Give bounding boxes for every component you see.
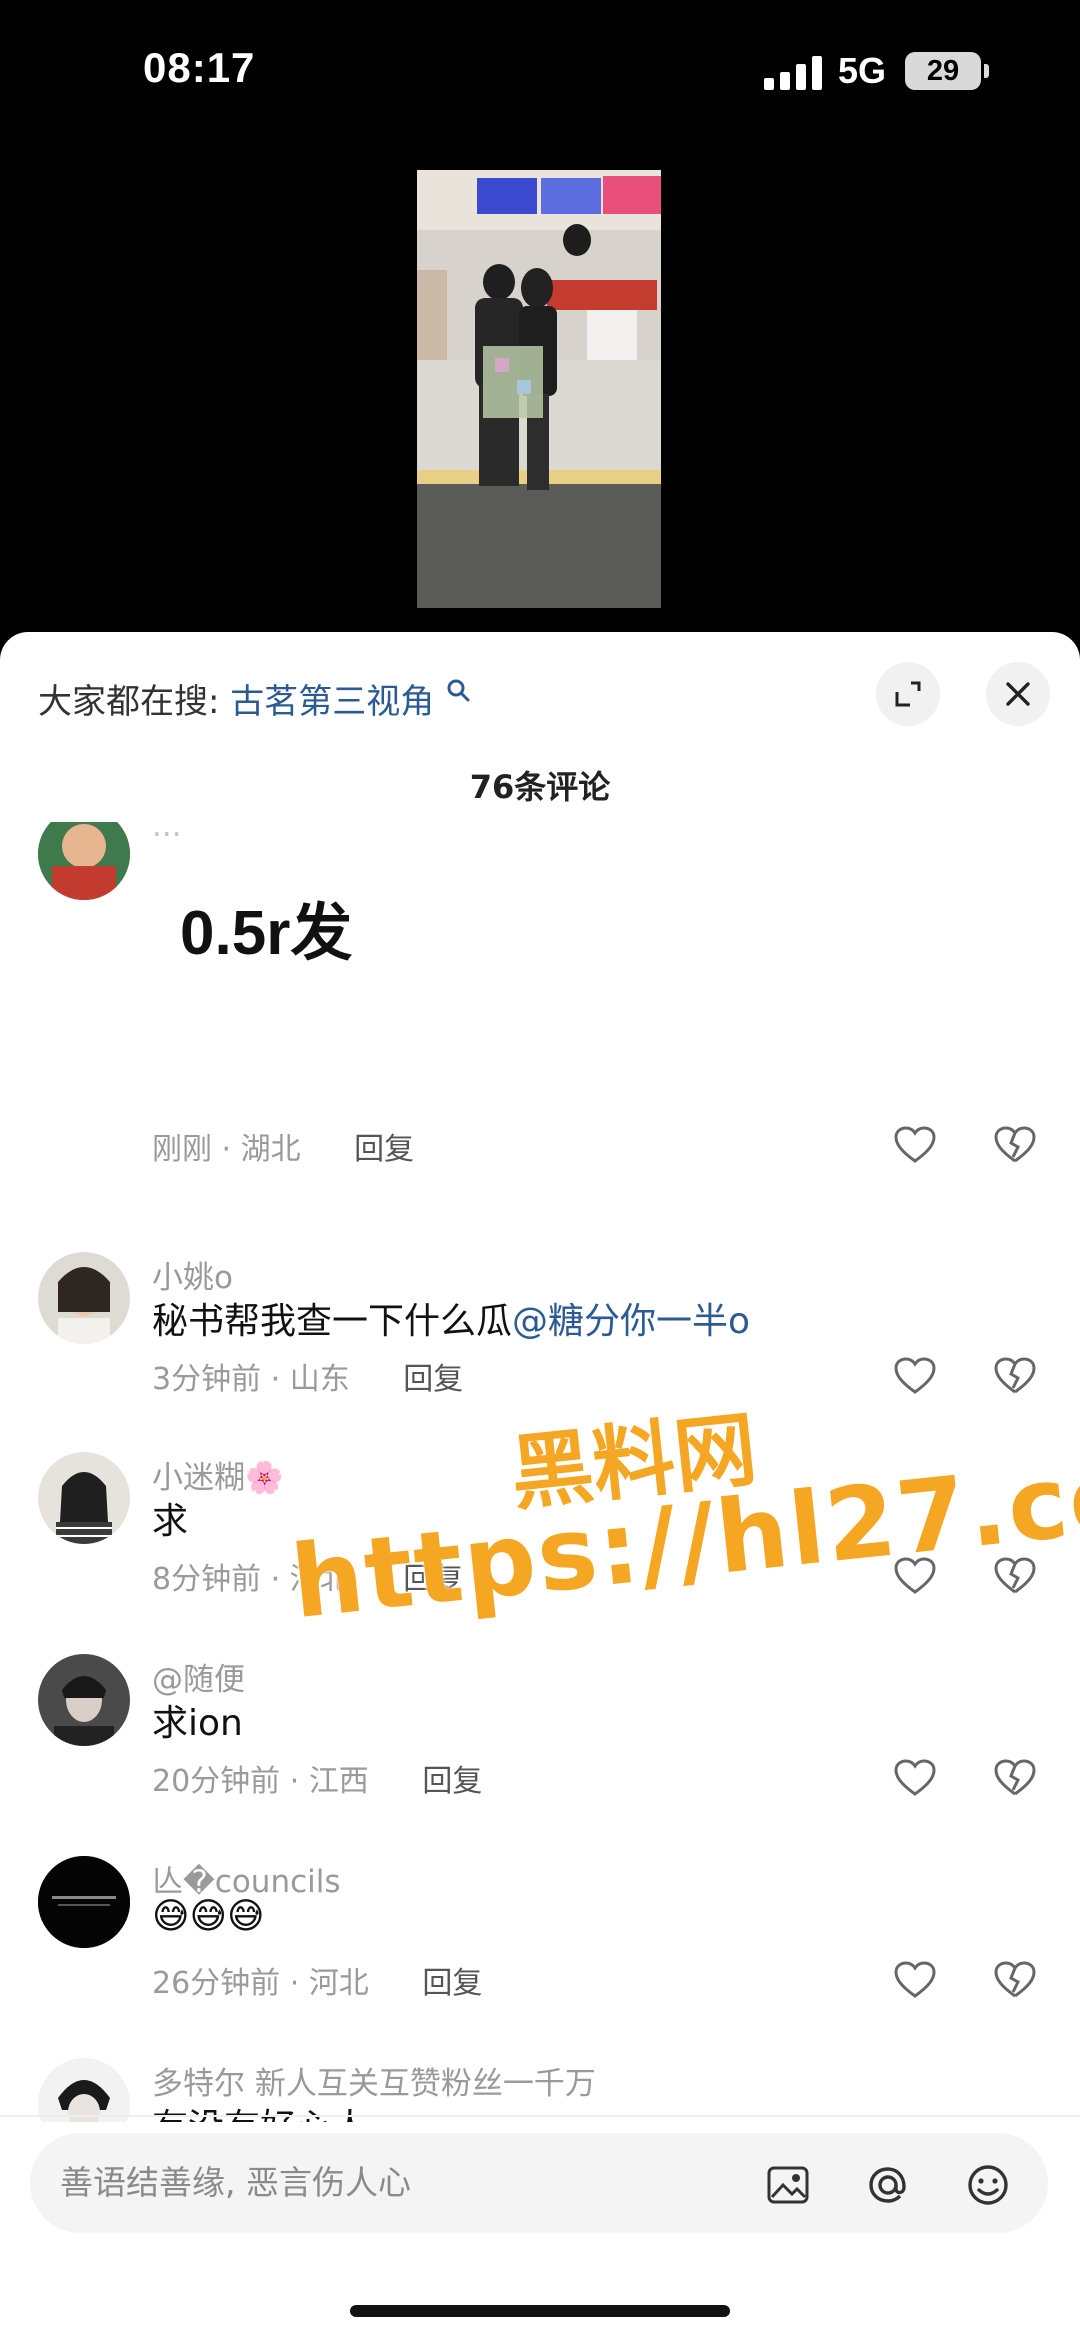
comment-text: 求 <box>152 1501 189 1542</box>
battery-icon: 29 <box>905 52 981 90</box>
video-scene-image <box>417 170 661 608</box>
comment-username[interactable]: 亾�councils <box>152 1856 341 1901</box>
reply-button[interactable]: 回复 <box>403 1362 463 1397</box>
meta-separator: · <box>289 1966 309 2001</box>
comment-text: 秘书帮我查一下什么瓜@糖分你一半o <box>152 1292 750 1344</box>
avatar[interactable] <box>38 2058 130 2122</box>
meta-separator: · <box>221 1132 241 1167</box>
comment-time: 8分钟前 <box>152 1562 262 1597</box>
broken-heart-icon[interactable] <box>993 1758 1037 1798</box>
battery-cap <box>984 64 989 78</box>
expand-button[interactable] <box>876 662 940 726</box>
image-icon[interactable] <box>764 2161 812 2209</box>
status-time: 08:17 <box>143 44 256 91</box>
reply-button[interactable]: 回复 <box>422 1764 482 1799</box>
comment-time: 3分钟前 <box>152 1362 262 1397</box>
broken-heart-icon[interactable] <box>993 1125 1037 1165</box>
close-button[interactable] <box>986 662 1050 726</box>
comment-meta: 26分钟前 · 河北 回复 <box>152 1958 482 2002</box>
comment-location: 湖北 <box>240 1132 301 1167</box>
comment-meta: 3分钟前 · 山东 回复 <box>152 1354 463 1398</box>
comment-username[interactable]: 多特尔 新人互关互赞粉丝一千万 <box>152 2058 596 2103</box>
reply-button[interactable]: 回复 <box>354 1132 414 1167</box>
comment-location: 河北 <box>308 1966 369 2001</box>
emoji-icon[interactable] <box>964 2161 1012 2209</box>
comment-input[interactable]: 善语结善缘, 恶言伤人心 <box>60 2133 411 2233</box>
trending-search[interactable]: 大家都在搜: 古茗第三视角 <box>38 672 473 732</box>
list-item: 小姚o 秘书帮我查一下什么瓜@糖分你一半o 3分钟前 · 山东 回复 <box>0 1252 1080 1402</box>
comment-meta: 刚刚 · 湖北 回复 <box>152 1124 414 1168</box>
comment-input-bar[interactable]: 善语结善缘, 恶言伤人心 <box>30 2133 1048 2233</box>
comment-location: 江西 <box>308 1764 369 1799</box>
heart-icon[interactable] <box>893 1758 937 1798</box>
signal-icon <box>764 56 822 90</box>
reply-button[interactable]: 回复 <box>422 1966 482 2001</box>
comment-sheet: 大家都在搜: 古茗第三视角 76条评论 ... 0.5r发 刚刚 · 湖北 回复… <box>0 632 1080 2339</box>
input-divider <box>0 2115 1080 2117</box>
comment-location: 山东 <box>289 1362 350 1397</box>
avatar[interactable] <box>38 1856 130 1948</box>
comment-username[interactable]: ... <box>152 822 182 844</box>
comment-username[interactable]: 小姚o <box>152 1252 233 1297</box>
heart-icon[interactable] <box>893 1356 937 1396</box>
list-item: 多特尔 新人互关互赞粉丝一千万 有没有好心人 <box>0 2058 1080 2122</box>
close-icon <box>1006 682 1030 706</box>
meta-separator: · <box>270 1562 290 1597</box>
comment-text: 求ion <box>152 1703 243 1744</box>
avatar[interactable] <box>38 1654 130 1746</box>
broken-heart-icon[interactable] <box>993 1960 1037 2000</box>
comment-username[interactable]: 小迷糊🌸 <box>152 1452 284 1497</box>
comment-meta: 20分钟前 · 江西 回复 <box>152 1756 482 1800</box>
meta-separator: · <box>289 1764 309 1799</box>
at-icon[interactable] <box>864 2161 912 2209</box>
list-item: 亾�councils 😅😅😅 26分钟前 · 河北 回复 <box>0 1856 1080 2006</box>
comment-time: 26分钟前 <box>152 1966 281 2001</box>
expand-icon <box>895 681 921 707</box>
comment-time: 刚刚 <box>152 1132 212 1167</box>
trending-search-term[interactable]: 古茗第三视角 <box>230 682 434 722</box>
heart-icon[interactable] <box>893 1960 937 2000</box>
comment-text: 0.5r发 <box>180 899 353 968</box>
search-icon <box>445 664 473 702</box>
network-type: 5G <box>838 50 887 91</box>
comment-text: 😅😅😅 <box>152 1896 265 1937</box>
meta-separator: · <box>270 1362 290 1397</box>
comment-time: 20分钟前 <box>152 1764 281 1799</box>
broken-heart-icon[interactable] <box>993 1356 1037 1396</box>
avatar[interactable] <box>38 1252 130 1344</box>
comment-body: 秘书帮我查一下什么瓜 <box>152 1301 513 1342</box>
avatar[interactable] <box>38 1452 130 1544</box>
trending-search-prefix: 大家都在搜: <box>38 682 220 722</box>
home-indicator <box>350 2305 730 2317</box>
list-item: @随便 求ion 20分钟前 · 江西 回复 <box>0 1654 1080 1804</box>
heart-icon[interactable] <box>893 1125 937 1165</box>
list-item: ... 0.5r发 刚刚 · 湖北 回复 <box>0 822 1080 1167</box>
comment-text: 有没有好心人 <box>152 2098 368 2122</box>
comment-count: 76条评论 <box>469 768 611 806</box>
comment-username[interactable]: @随便 <box>152 1654 245 1699</box>
avatar[interactable] <box>38 822 130 900</box>
mention-link[interactable]: @糖分你一半o <box>512 1301 750 1342</box>
video-preview[interactable] <box>417 170 661 608</box>
status-bar: 08:17 5G 29 <box>0 0 1080 150</box>
